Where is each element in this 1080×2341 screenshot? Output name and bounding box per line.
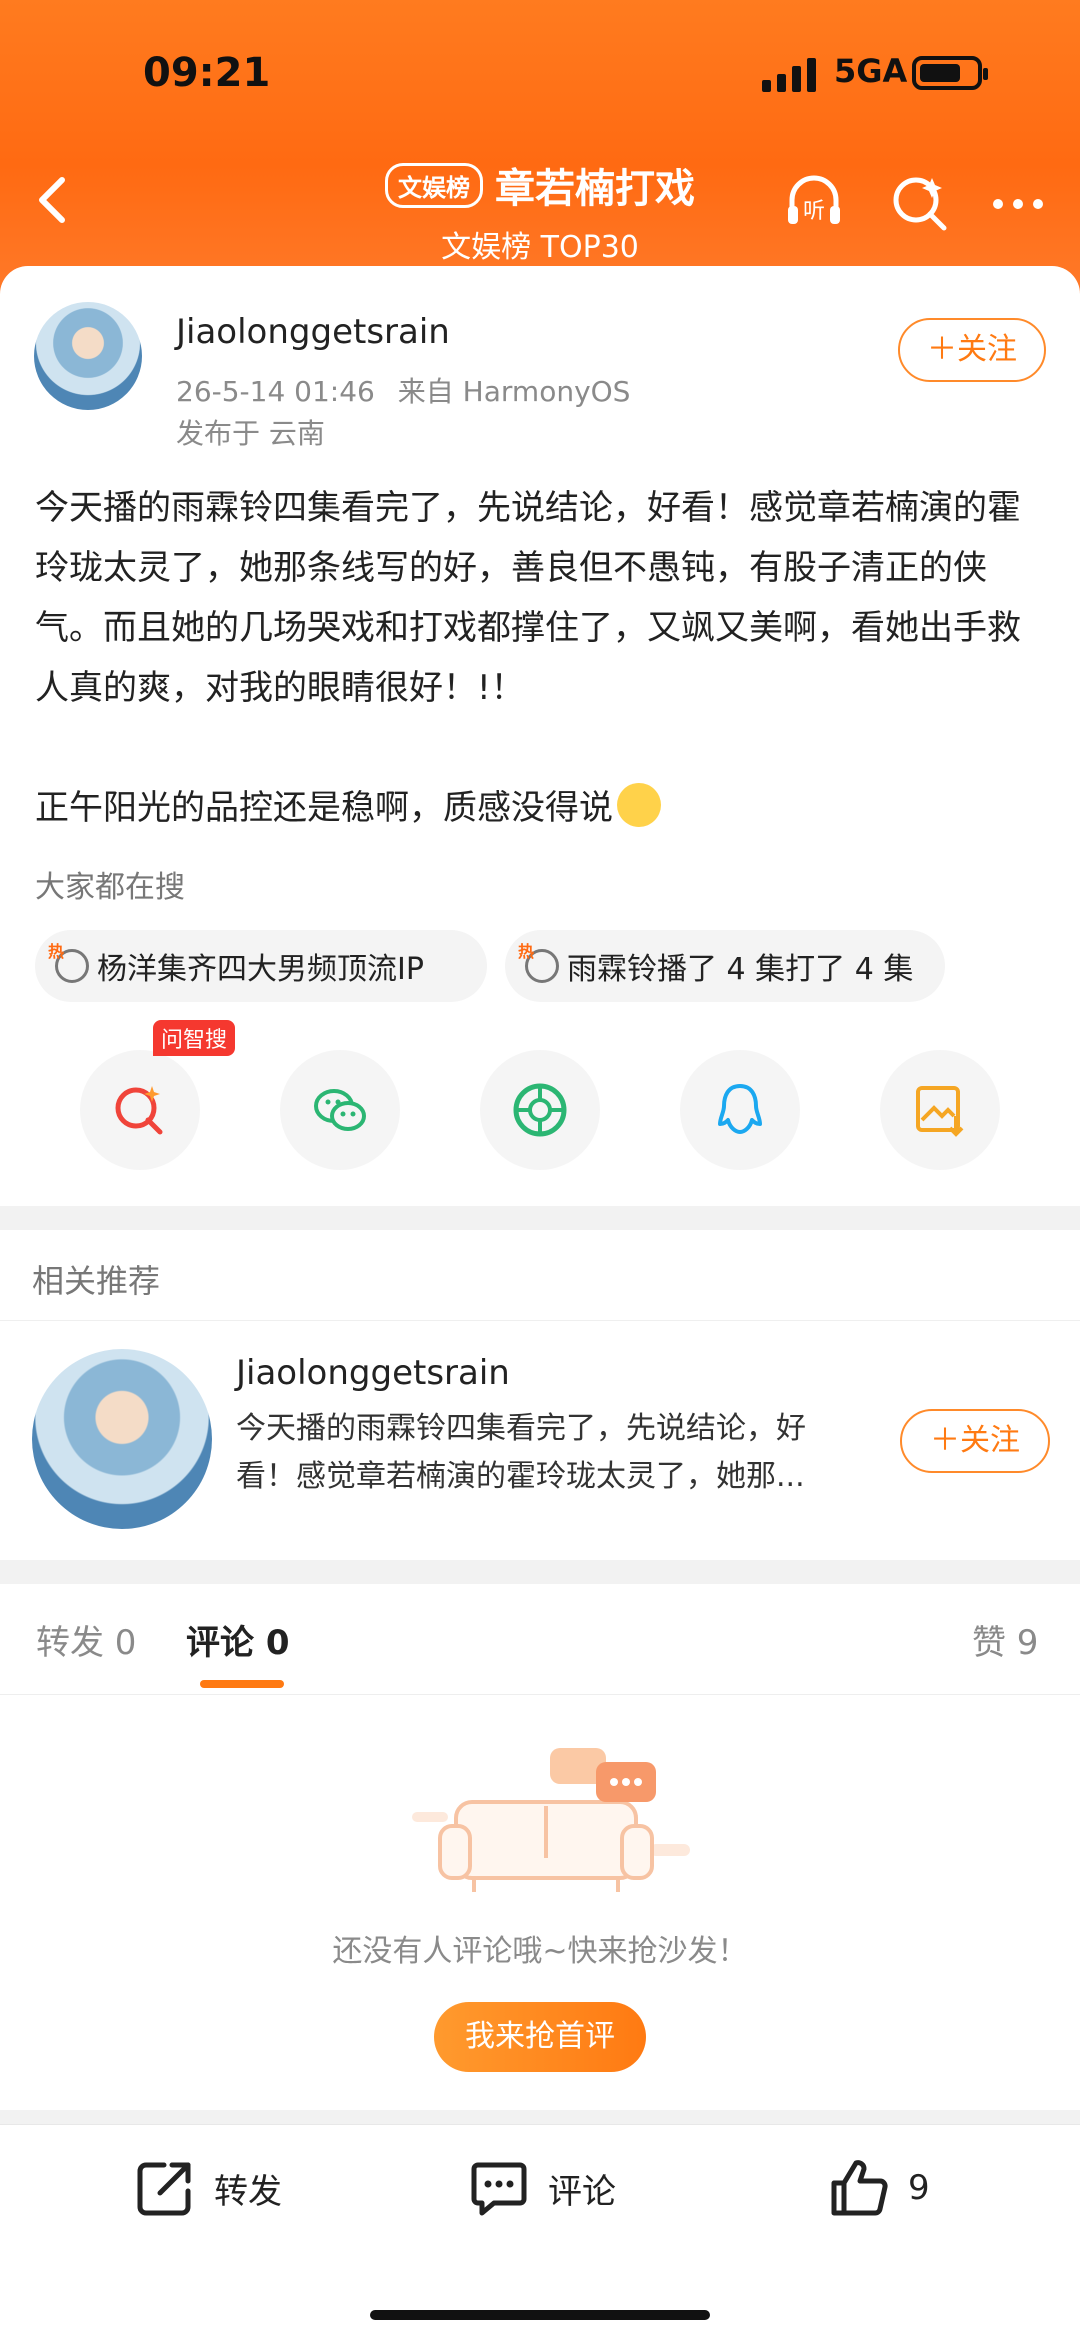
comment-icon bbox=[471, 2162, 527, 2216]
listen-icon[interactable]: 听 bbox=[782, 170, 846, 234]
post-location: 发布于 云南 bbox=[176, 417, 325, 450]
nav-bar: 文娱榜 章若楠打戏 文娱榜 TOP30 听 bbox=[0, 150, 1080, 265]
empty-sofa-illustration bbox=[400, 1740, 700, 1900]
repost-button[interactable]: 转发 bbox=[134, 2157, 282, 2219]
empty-comment-text: 还没有人评论哦~快来抢沙发！ bbox=[332, 1934, 748, 1969]
section-divider bbox=[0, 2110, 1080, 2124]
signal-icon bbox=[762, 56, 816, 92]
tab-comment[interactable]: 评论 0 bbox=[186, 1615, 290, 1664]
post-meta: 26-5-14 01:46 来自 HarmonyOS bbox=[176, 370, 630, 410]
home-indicator bbox=[370, 2310, 710, 2320]
post-paragraph: 正午阳光的品控还是稳啊，质感没得说 bbox=[35, 778, 1045, 838]
comment-label: 评论 bbox=[548, 2171, 616, 2212]
related-excerpt: 今天播的雨霖铃四集看完了，先说结论，好看！感觉章若楠演的霍玲珑太灵了，她那... bbox=[236, 1411, 806, 1494]
chip-label: 雨霖铃播了 4 集打了 4 集 bbox=[567, 952, 914, 987]
thumbs-up-icon bbox=[831, 2160, 888, 2216]
share-row: 问智搜 bbox=[0, 1020, 1080, 1180]
search-icon[interactable] bbox=[888, 170, 952, 234]
section-divider bbox=[0, 1560, 1080, 1584]
author-avatar[interactable] bbox=[34, 302, 142, 410]
related-item[interactable]: Jiaolonggetsrain 今天播的雨霖铃四集看完了，先说结论，好看！感觉… bbox=[0, 1320, 1080, 1560]
post-body: 今天播的雨霖铃四集看完了，先说结论，好看！感觉章若楠演的霍玲珑太灵了，她那条线写… bbox=[35, 478, 1045, 838]
active-tab-indicator bbox=[200, 1680, 284, 1688]
post-source: 来自 HarmonyOS bbox=[397, 375, 631, 408]
tab-repost[interactable]: 转发 0 bbox=[36, 1615, 136, 1664]
hot-search-icon bbox=[518, 938, 559, 983]
header-bar: 09:21 5GA 文娱榜 章若楠打戏 文娱榜 TOP30 听 bbox=[0, 0, 1080, 300]
nav-title-block[interactable]: 文娱榜 章若楠打戏 文娱榜 TOP30 bbox=[300, 156, 780, 266]
more-icon[interactable] bbox=[986, 170, 1050, 234]
moments-icon[interactable] bbox=[480, 1050, 600, 1170]
related-author-name[interactable]: Jiaolonggetsrain bbox=[236, 1353, 510, 1393]
post-time: 26-5-14 01:46 bbox=[176, 375, 375, 408]
trending-chip[interactable]: 杨洋集齐四大男频顶流IP bbox=[35, 930, 487, 1002]
bottom-action-bar: 转发 评论 9 bbox=[0, 2124, 1080, 2341]
battery-icon bbox=[912, 56, 988, 90]
interaction-tabs: 转发 0 评论 0 赞 9 bbox=[0, 1585, 1080, 1695]
related-follow-button[interactable]: ＋关注 bbox=[900, 1409, 1050, 1473]
related-avatar[interactable] bbox=[32, 1349, 212, 1529]
first-comment-button[interactable]: 我来抢首评 bbox=[434, 2002, 646, 2072]
wechat-icon[interactable] bbox=[280, 1050, 400, 1170]
trending-search-label: 大家都在搜 bbox=[35, 870, 185, 905]
status-bar: 09:21 5GA bbox=[0, 40, 1080, 110]
chip-label: 杨洋集齐四大男频顶流IP bbox=[97, 952, 424, 987]
save-image-icon[interactable] bbox=[880, 1050, 1000, 1170]
like-button[interactable]: 9 bbox=[828, 2157, 930, 2219]
ranking-badge: 文娱榜 bbox=[385, 162, 483, 208]
network-label: 5GA bbox=[834, 52, 908, 90]
qq-icon[interactable] bbox=[680, 1050, 800, 1170]
like-count: 9 bbox=[908, 2168, 930, 2208]
post-paragraph-text: 正午阳光的品控还是稳啊，质感没得说 bbox=[35, 788, 613, 828]
post-card: Jiaolonggetsrain 26-5-14 01:46 来自 Harmon… bbox=[0, 266, 1080, 1206]
back-icon[interactable] bbox=[28, 170, 88, 230]
follow-button[interactable]: ＋关注 bbox=[898, 318, 1046, 382]
tab-like[interactable]: 赞 9 bbox=[972, 1615, 1038, 1664]
author-name[interactable]: Jiaolonggetsrain bbox=[176, 312, 450, 352]
comment-button[interactable]: 评论 bbox=[468, 2157, 616, 2219]
ai-search-badge: 问智搜 bbox=[153, 1020, 236, 1056]
section-divider bbox=[0, 1206, 1080, 1230]
thinking-emoji-icon bbox=[617, 783, 661, 827]
related-label: 相关推荐 bbox=[32, 1262, 161, 1300]
hot-search-icon bbox=[48, 938, 89, 983]
trending-chip[interactable]: 雨霖铃播了 4 集打了 4 集 bbox=[505, 930, 945, 1002]
page-subtitle: 文娱榜 TOP30 bbox=[441, 230, 639, 265]
svg-text:听: 听 bbox=[803, 199, 825, 224]
ai-search-icon[interactable] bbox=[80, 1050, 200, 1170]
repost-icon bbox=[137, 2162, 191, 2216]
repost-label: 转发 bbox=[214, 2171, 282, 2212]
clock: 09:21 bbox=[143, 50, 271, 96]
post-paragraph: 今天播的雨霖铃四集看完了，先说结论，好看！感觉章若楠演的霍玲珑太灵了，她那条线写… bbox=[35, 488, 1021, 708]
page-title: 章若楠打戏 bbox=[495, 166, 695, 212]
